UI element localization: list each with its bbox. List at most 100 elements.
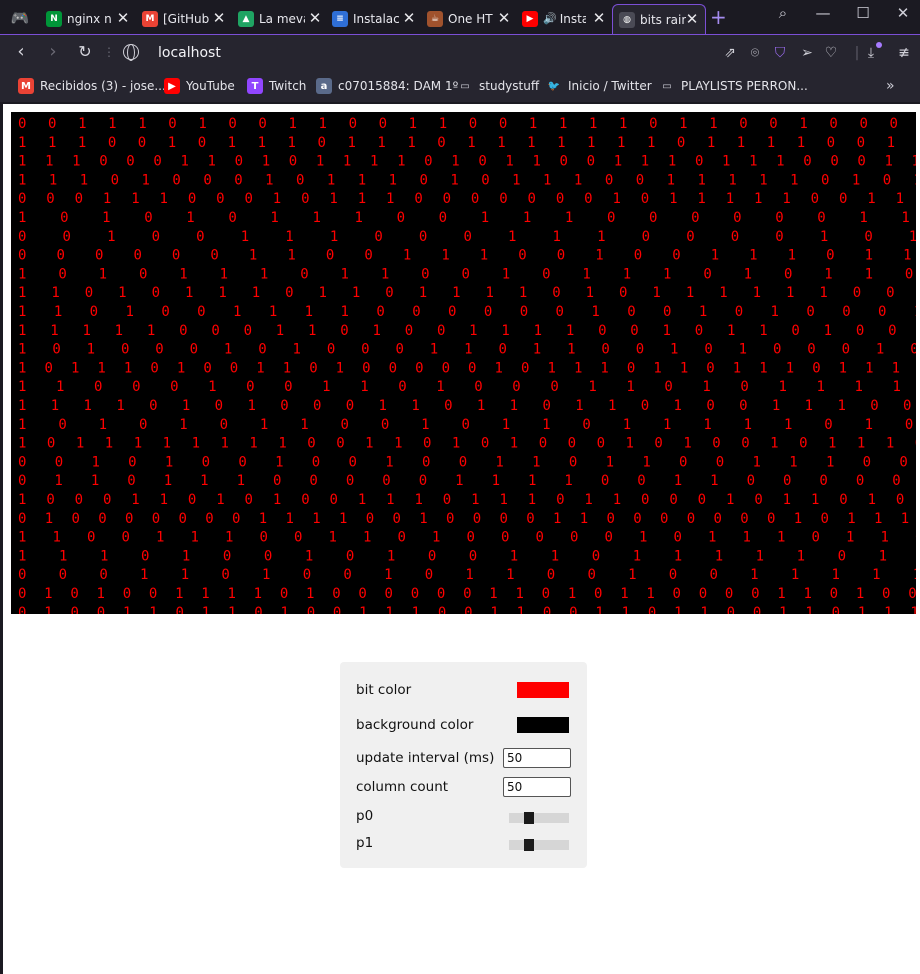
column-count-input[interactable]: 50	[503, 777, 571, 797]
tab-title: Insta	[559, 11, 586, 26]
download-badge	[876, 42, 882, 48]
close-tab-icon[interactable]: ✕	[592, 10, 606, 26]
close-window-icon[interactable]: ✕	[888, 4, 918, 22]
background-color-row: background color	[356, 714, 571, 738]
bookmark-label: YouTube	[186, 79, 235, 93]
close-tab-icon[interactable]: ✕	[497, 10, 511, 26]
tab-title: La meva	[259, 11, 305, 26]
bit-row: 0 0 1 0 1 0 0 1 0 0 1 0 0 1 1 0 1 1 0 0 …	[18, 454, 916, 470]
bit-row: 1 1 1 0 1 0 0 1 0 1 0 0 1 1 0 1 1 1 1 1 …	[18, 548, 916, 564]
folder-icon: ▭	[460, 80, 470, 92]
bit-row: 1 0 1 1 1 1 1 1 1 1 0 0 1 1 0 1 0 1 0 0 …	[18, 436, 916, 452]
close-tab-icon[interactable]: ✕	[685, 11, 699, 27]
close-tab-icon[interactable]: ✕	[116, 10, 130, 26]
tab-one-html[interactable]: ☕ One HT ✕	[427, 4, 511, 33]
bits-rain-canvas: 0 0 1 1 1 0 1 0 0 1 1 0 0 1 1 0 0 1 1 1 …	[11, 112, 916, 614]
heart-icon[interactable]: ♡	[822, 44, 840, 62]
site-info-icon[interactable]	[123, 44, 139, 61]
bookmark-label: c07015884: DAM 1º	[338, 79, 459, 93]
browser-menu-icon[interactable]: 🎮	[8, 7, 32, 29]
bookmark-label: studystuff	[479, 79, 540, 93]
nginx-icon: N	[46, 10, 62, 27]
tab-github-mail[interactable]: M [GitHub ✕	[142, 4, 226, 33]
bookmark-label: PLAYLISTS PERRON...	[681, 79, 808, 93]
p0-row: p0	[356, 805, 571, 829]
update-interval-label: update interval (ms)	[356, 750, 495, 766]
screenshot-icon[interactable]: ⌾	[746, 44, 764, 62]
column-count-row: column count 50	[356, 776, 571, 800]
twitch-icon: T	[247, 78, 263, 94]
p1-slider[interactable]	[509, 839, 569, 851]
gmail-icon: M	[18, 78, 34, 94]
bit-row: 1 0 1 0 1 1 1 0 1 1 0 0 1 0 1 1 1 0 1 0 …	[18, 266, 916, 282]
forward-icon[interactable]: ›	[43, 42, 63, 62]
tab-title: Instalac	[353, 11, 399, 26]
bookmark-label: Twitch	[269, 79, 307, 93]
bookmark-dam[interactable]: a c07015884: DAM 1º	[316, 78, 458, 94]
tab-drive[interactable]: ▲ La meva ✕	[238, 4, 322, 33]
back-icon[interactable]: ‹	[11, 42, 31, 62]
search-tabs-icon[interactable]: ⌕	[768, 4, 798, 22]
settings-sliders-icon[interactable]: ≢	[895, 44, 913, 62]
bit-row: 0 0 1 1 1 0 1 0 0 1 1 0 0 1 1 0 0 1 1 1 …	[18, 116, 916, 132]
background-color-picker[interactable]	[517, 717, 569, 733]
bit-row: 0 1 0 0 0 0 0 0 0 1 1 1 1 0 0 1 0 0 0 0 …	[18, 511, 916, 527]
maximize-icon[interactable]: ☐	[848, 4, 878, 22]
tab-title: One HT	[448, 11, 493, 26]
globe-icon: ◍	[619, 11, 635, 28]
new-tab-button[interactable]: +	[710, 6, 727, 28]
p0-slider-thumb[interactable]	[524, 812, 534, 824]
bit-row: 1 1 1 0 0 1 0 1 1 1 0 1 1 1 0 1 1 1 1 1 …	[18, 135, 895, 151]
p1-label: p1	[356, 835, 374, 851]
p0-slider[interactable]	[509, 812, 569, 824]
gmail-icon: M	[142, 10, 158, 27]
tab-instalacion[interactable]: ≡ Instalac ✕	[332, 4, 416, 33]
bookmark-folder-playlists[interactable]: ▭ PLAYLISTS PERRON...	[659, 78, 808, 94]
bit-row: 0 0 1 0 0 1 1 1 0 0 0 1 1 1 0 0 0 0 1 0 …	[18, 229, 916, 245]
bookmark-twitch[interactable]: T Twitch	[247, 78, 306, 94]
bookmark-twitter[interactable]: 🐦 Inicio / Twitter	[546, 78, 652, 94]
folder-icon: ▭	[662, 80, 672, 92]
more-bookmarks-icon[interactable]: »	[886, 78, 895, 94]
close-tab-icon[interactable]: ✕	[212, 10, 226, 26]
reload-icon[interactable]: ↻	[75, 42, 95, 62]
page-content: 0 0 1 1 1 0 1 0 0 1 1 0 0 1 1 0 0 1 1 1 …	[3, 104, 920, 974]
tab-nginx[interactable]: N nginx n ✕	[46, 4, 130, 33]
address-bar[interactable]: localhost	[158, 45, 221, 61]
vpn-shield-icon[interactable]: ⛉	[771, 44, 789, 62]
bit-row: 1 0 1 0 0 0 1 0 1 0 0 0 1 1 0 1 1 0 0 1 …	[18, 342, 916, 358]
coffee-icon: ☕	[427, 10, 443, 27]
tab-youtube[interactable]: ▶ 🔊 Insta ✕	[522, 4, 606, 33]
send-icon[interactable]: ➢	[798, 44, 816, 62]
bit-color-label: bit color	[356, 682, 412, 698]
contact-card-icon: ≡	[332, 10, 348, 27]
update-interval-input[interactable]: 50	[503, 748, 571, 768]
bit-color-picker[interactable]	[517, 682, 569, 698]
school-icon: a	[316, 78, 332, 94]
bookmark-label: Inicio / Twitter	[568, 79, 652, 93]
bit-row: 0 0 0 0 0 0 1 1 0 0 1 1 1 0 0 1 0 0 1 1 …	[18, 248, 916, 264]
bit-row: 1 1 1 1 1 0 0 0 1 1 0 1 0 0 1 1 1 1 0 0 …	[18, 323, 916, 339]
tab-strip: 🎮 N nginx n ✕ M [GitHub ✕ ▲ La meva ✕ ≡ …	[0, 0, 920, 34]
google-drive-icon: ▲	[238, 10, 254, 27]
bit-row: 1 1 0 0 0 1 0 0 1 1 0 1 0 0 0 1 1 0 1 0 …	[18, 379, 916, 395]
youtube-icon: ▶	[522, 10, 538, 27]
bookmark-youtube[interactable]: ▶ YouTube	[164, 78, 235, 94]
tab-title: [GitHub	[163, 11, 209, 26]
p1-slider-thumb[interactable]	[524, 839, 534, 851]
minimize-icon[interactable]: —	[808, 4, 838, 22]
bit-row: 0 1 1 0 1 1 1 0 0 0 0 0 1 1 1 1 0 0 1 1 …	[18, 473, 916, 489]
share-icon[interactable]: ⇗	[721, 44, 739, 62]
bookmark-folder-studystuff[interactable]: ▭ studystuff	[457, 78, 539, 94]
bit-color-row: bit color	[356, 679, 571, 703]
bookmark-gmail[interactable]: M Recibidos (3) - jose...	[18, 78, 166, 94]
bit-row: 1 1 1 0 1 0 0 0 1 0 1 1 1 0 1 0 1 1 1 0 …	[18, 172, 916, 188]
p0-label: p0	[356, 808, 374, 824]
close-tab-icon[interactable]: ✕	[308, 10, 322, 26]
bits-rain-svg: 0 0 1 1 1 0 1 0 0 1 1 0 0 1 1 0 0 1 1 1 …	[18, 116, 916, 614]
separator-dots-icon: ⋮	[103, 45, 115, 59]
speaker-icon[interactable]: 🔊	[543, 12, 557, 25]
close-tab-icon[interactable]: ✕	[402, 10, 416, 26]
tab-bits-rain[interactable]: ◍ bits rain ✕	[612, 4, 706, 34]
youtube-icon: ▶	[164, 78, 180, 94]
